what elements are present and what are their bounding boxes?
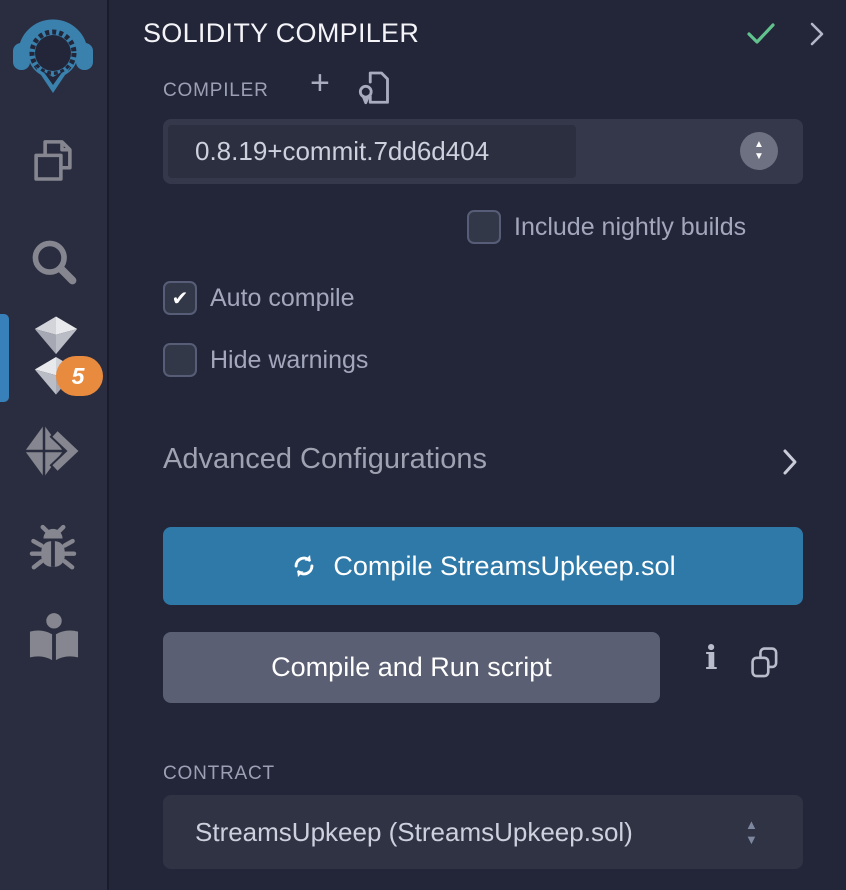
sidebar-item-guide[interactable] <box>26 610 81 664</box>
sidebar-item-search[interactable] <box>26 234 80 288</box>
bug-icon <box>25 521 81 577</box>
compiler-section-label: COMPILER <box>163 80 269 102</box>
refresh-icon <box>290 552 318 580</box>
sidebar-item-debugger[interactable] <box>24 520 82 578</box>
down-triangle-icon: ▼ <box>745 834 758 846</box>
add-custom-compiler-button[interactable]: + <box>310 66 330 100</box>
compile-button[interactable]: Compile StreamsUpkeep.sol <box>163 527 803 605</box>
advanced-expand-chevron-icon[interactable] <box>780 447 800 477</box>
remix-logo-icon <box>11 15 95 95</box>
active-plugin-indicator <box>0 314 9 402</box>
compiler-status-badge: 5 <box>56 356 103 396</box>
remix-logo-home-button[interactable] <box>11 14 95 96</box>
sidebar-item-deploy-and-run[interactable] <box>22 424 84 482</box>
compile-button-label: Compile StreamsUpkeep.sol <box>333 551 675 582</box>
advanced-configurations-toggle[interactable]: Advanced Configurations <box>163 443 487 476</box>
compile-success-check-icon <box>746 22 776 46</box>
copy-icon[interactable] <box>748 645 782 681</box>
include-nightly-checkbox[interactable] <box>467 210 501 244</box>
up-triangle-icon: ▲ <box>745 819 758 831</box>
sidebar-item-file-explorer[interactable] <box>25 133 81 189</box>
search-icon <box>27 235 79 287</box>
version-select-stepper-icon: ▲ ▼ <box>740 132 778 170</box>
down-triangle-icon: ▼ <box>754 152 764 162</box>
compiler-version-select[interactable]: 0.8.19+commit.7dd6d404 ▲ ▼ <box>163 119 803 184</box>
compiler-version-value: 0.8.19+commit.7dd6d404 <box>195 119 489 184</box>
info-icon[interactable]: i <box>705 638 718 677</box>
auto-compile-checkbox[interactable]: ✔ <box>163 281 197 315</box>
compile-and-run-button[interactable]: Compile and Run script <box>163 632 660 703</box>
hide-warnings-label: Hide warnings <box>210 346 368 375</box>
book-reader-icon <box>27 612 81 662</box>
icon-sidebar: 5 <box>0 0 109 890</box>
copy-pages-icon <box>26 134 80 188</box>
compiler-license-icon[interactable] <box>356 68 392 108</box>
up-triangle-icon: ▲ <box>754 140 764 150</box>
hide-warnings-checkbox[interactable] <box>163 343 197 377</box>
page-title: SOLIDITY COMPILER <box>143 18 419 49</box>
contract-select[interactable]: StreamsUpkeep (StreamsUpkeep.sol) ▲ ▼ <box>163 795 803 869</box>
contract-section-label: CONTRACT <box>163 763 275 785</box>
panel-collapse-chevron-icon[interactable] <box>808 20 826 48</box>
compile-and-run-label: Compile and Run script <box>271 652 552 683</box>
ethereum-play-icon <box>22 424 84 482</box>
contract-select-value: StreamsUpkeep (StreamsUpkeep.sol) <box>195 795 633 869</box>
contract-select-stepper-icon: ▲ ▼ <box>745 795 758 869</box>
checkbox-check-glyph: ✔ <box>172 286 189 311</box>
include-nightly-label: Include nightly builds <box>514 213 746 242</box>
auto-compile-label: Auto compile <box>210 284 355 313</box>
